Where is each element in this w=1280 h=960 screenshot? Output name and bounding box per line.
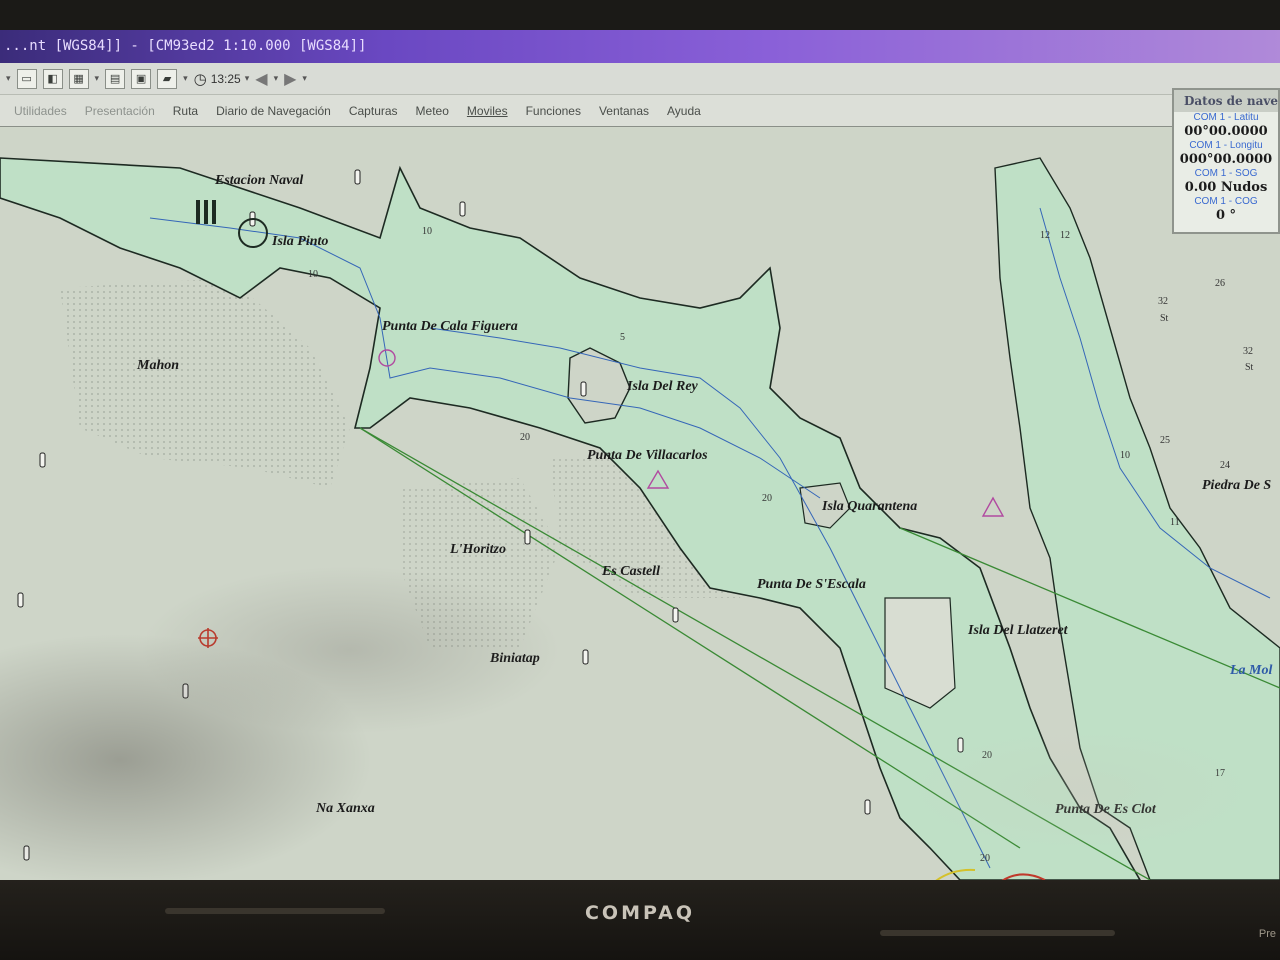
menu-diario[interactable]: Diario de Navegación [216, 104, 331, 118]
label-l-horitzo: L'Horitzo [449, 542, 506, 557]
latitude-value: 00°00.0000 [1184, 124, 1268, 139]
nav-data-panel[interactable]: Datos de nave COM 1 - Latitu 00°00.0000 … [1172, 88, 1280, 234]
depth-label: 17 [1215, 768, 1225, 779]
depth-label: 20 [762, 493, 772, 504]
dropdown-arrow-icon[interactable]: ▾ [6, 74, 11, 84]
brand-logo: COMPAQ [584, 902, 696, 924]
toolbar: ▾ ▭ ◧ ▦ ▾ ▤ ▣ ▰ ▾ ◷ 13:25 ▾ ◀ ▾ ▶ ▾ [0, 63, 1280, 95]
label-biniatap: Biniatap [489, 651, 540, 666]
depth-label: 20 [980, 853, 990, 864]
longitude-label: COM 1 - Longitu [1189, 140, 1263, 151]
cog-value: 0 ° [1215, 208, 1237, 223]
depth-label: 11 [1170, 517, 1180, 528]
window-titlebar: ...nt [WGS84]] - [CM93ed2 1:10.000 [WGS8… [0, 30, 1280, 63]
label-piedra: Piedra De S [1202, 478, 1271, 493]
label-isla-del-rey: Isla Del Rey [626, 379, 699, 394]
label-estacion-naval: Estacion Naval [214, 173, 303, 188]
depth-label: 25 [1160, 435, 1170, 446]
dropdown-arrow-icon[interactable]: ▾ [245, 74, 250, 84]
depth-label: 5 [620, 332, 625, 343]
depth-label: St [1245, 362, 1254, 373]
menu-ayuda[interactable]: Ayuda [667, 104, 701, 118]
layers-icon[interactable]: ◧ [42, 68, 63, 89]
config-icon[interactable]: ▣ [131, 68, 152, 89]
label-isla-pinto: Isla Pinto [271, 234, 328, 249]
label-punta-cala-figuera: Punta De Cala Figuera [382, 319, 518, 334]
bezel-speaker-right [880, 930, 1115, 936]
menu-capturas[interactable]: Capturas [349, 104, 398, 118]
depth-label: St [1160, 313, 1169, 324]
menu-ruta[interactable]: Ruta [173, 104, 198, 118]
latitude-label: COM 1 - Latitu [1193, 112, 1259, 123]
depth-label: 20 [982, 750, 992, 761]
label-punta-es-clot: Punta De Es Clot [1055, 802, 1157, 817]
label-punta-s-escala: Punta De S'Escala [757, 577, 866, 592]
depth-label: 24 [1220, 460, 1230, 471]
sog-value: 0.00 Nudos [1184, 180, 1268, 195]
menu-bar: Utilidades Presentación Ruta Diario de N… [0, 95, 1280, 127]
clock-button[interactable]: ◷ 13:25 ▾ [194, 70, 250, 88]
print-icon[interactable]: ▤ [105, 68, 126, 89]
grid-icon[interactable]: ▦ [68, 68, 89, 89]
clock-icon: ◷ [193, 69, 207, 88]
depth-label: 10 [308, 269, 318, 280]
back-arrow-icon[interactable]: ◀ [255, 69, 267, 88]
depth-label: 20 [520, 432, 530, 443]
menu-presentacion[interactable]: Presentación [85, 104, 155, 118]
menu-funciones[interactable]: Funciones [526, 104, 581, 118]
folder-icon[interactable]: ▰ [157, 68, 178, 89]
cog-label: COM 1 - COG [1194, 196, 1258, 207]
menu-ventanas[interactable]: Ventanas [599, 104, 649, 118]
nautical-chart[interactable]: Estacion Naval Isla Pinto Punta De Cala … [0, 128, 1280, 880]
bezel-speaker-left [165, 908, 385, 914]
window-title: ...nt [WGS84]] - [CM93ed2 1:10.000 [WGS8… [4, 38, 367, 54]
dropdown-arrow-icon[interactable]: ▾ [302, 74, 307, 84]
model-label: Pre [1258, 928, 1276, 940]
label-es-castell: Es Castell [601, 564, 660, 579]
depth-label: 32 [1243, 346, 1253, 357]
window-icon[interactable]: ▭ [16, 68, 37, 89]
menu-moviles[interactable]: Moviles [467, 104, 508, 118]
label-punta-villacarlos: Punta De Villacarlos [587, 448, 708, 463]
depth-label: 12 [1040, 230, 1050, 241]
nav-data-panel-title[interactable]: Datos de nave [1174, 90, 1278, 112]
laptop-screen: ...nt [WGS84]] - [CM93ed2 1:10.000 [WGS8… [0, 30, 1280, 880]
longitude-value: 000°00.0000 [1179, 152, 1273, 167]
dropdown-arrow-icon[interactable]: ▾ [95, 74, 100, 84]
dropdown-arrow-icon[interactable]: ▾ [274, 74, 279, 84]
label-na-xanxa: Na Xanxa [315, 801, 375, 816]
label-la-mola: La Mol [1229, 663, 1273, 678]
clock-time: 13:25 [210, 71, 241, 86]
depth-label: 10 [1120, 450, 1130, 461]
label-mahon: Mahon [136, 358, 179, 373]
label-isla-quarantena: Isla Quarantena [821, 499, 917, 514]
depth-label: 32 [1158, 296, 1168, 307]
label-isla-llatzeret: Isla Del Llatzeret [967, 623, 1069, 638]
isla-llatzeret-shape [884, 597, 956, 709]
menu-utilidades[interactable]: Utilidades [14, 104, 67, 118]
sog-label: COM 1 - SOG [1194, 168, 1258, 179]
dropdown-arrow-icon[interactable]: ▾ [183, 74, 188, 84]
forward-arrow-icon[interactable]: ▶ [284, 69, 296, 88]
depth-label: 12 [1060, 230, 1070, 241]
depth-label: 10 [422, 226, 432, 237]
laptop-bezel: COMPAQ Pre [0, 880, 1280, 960]
menu-meteo[interactable]: Meteo [416, 104, 449, 118]
depth-label: 26 [1215, 278, 1225, 289]
